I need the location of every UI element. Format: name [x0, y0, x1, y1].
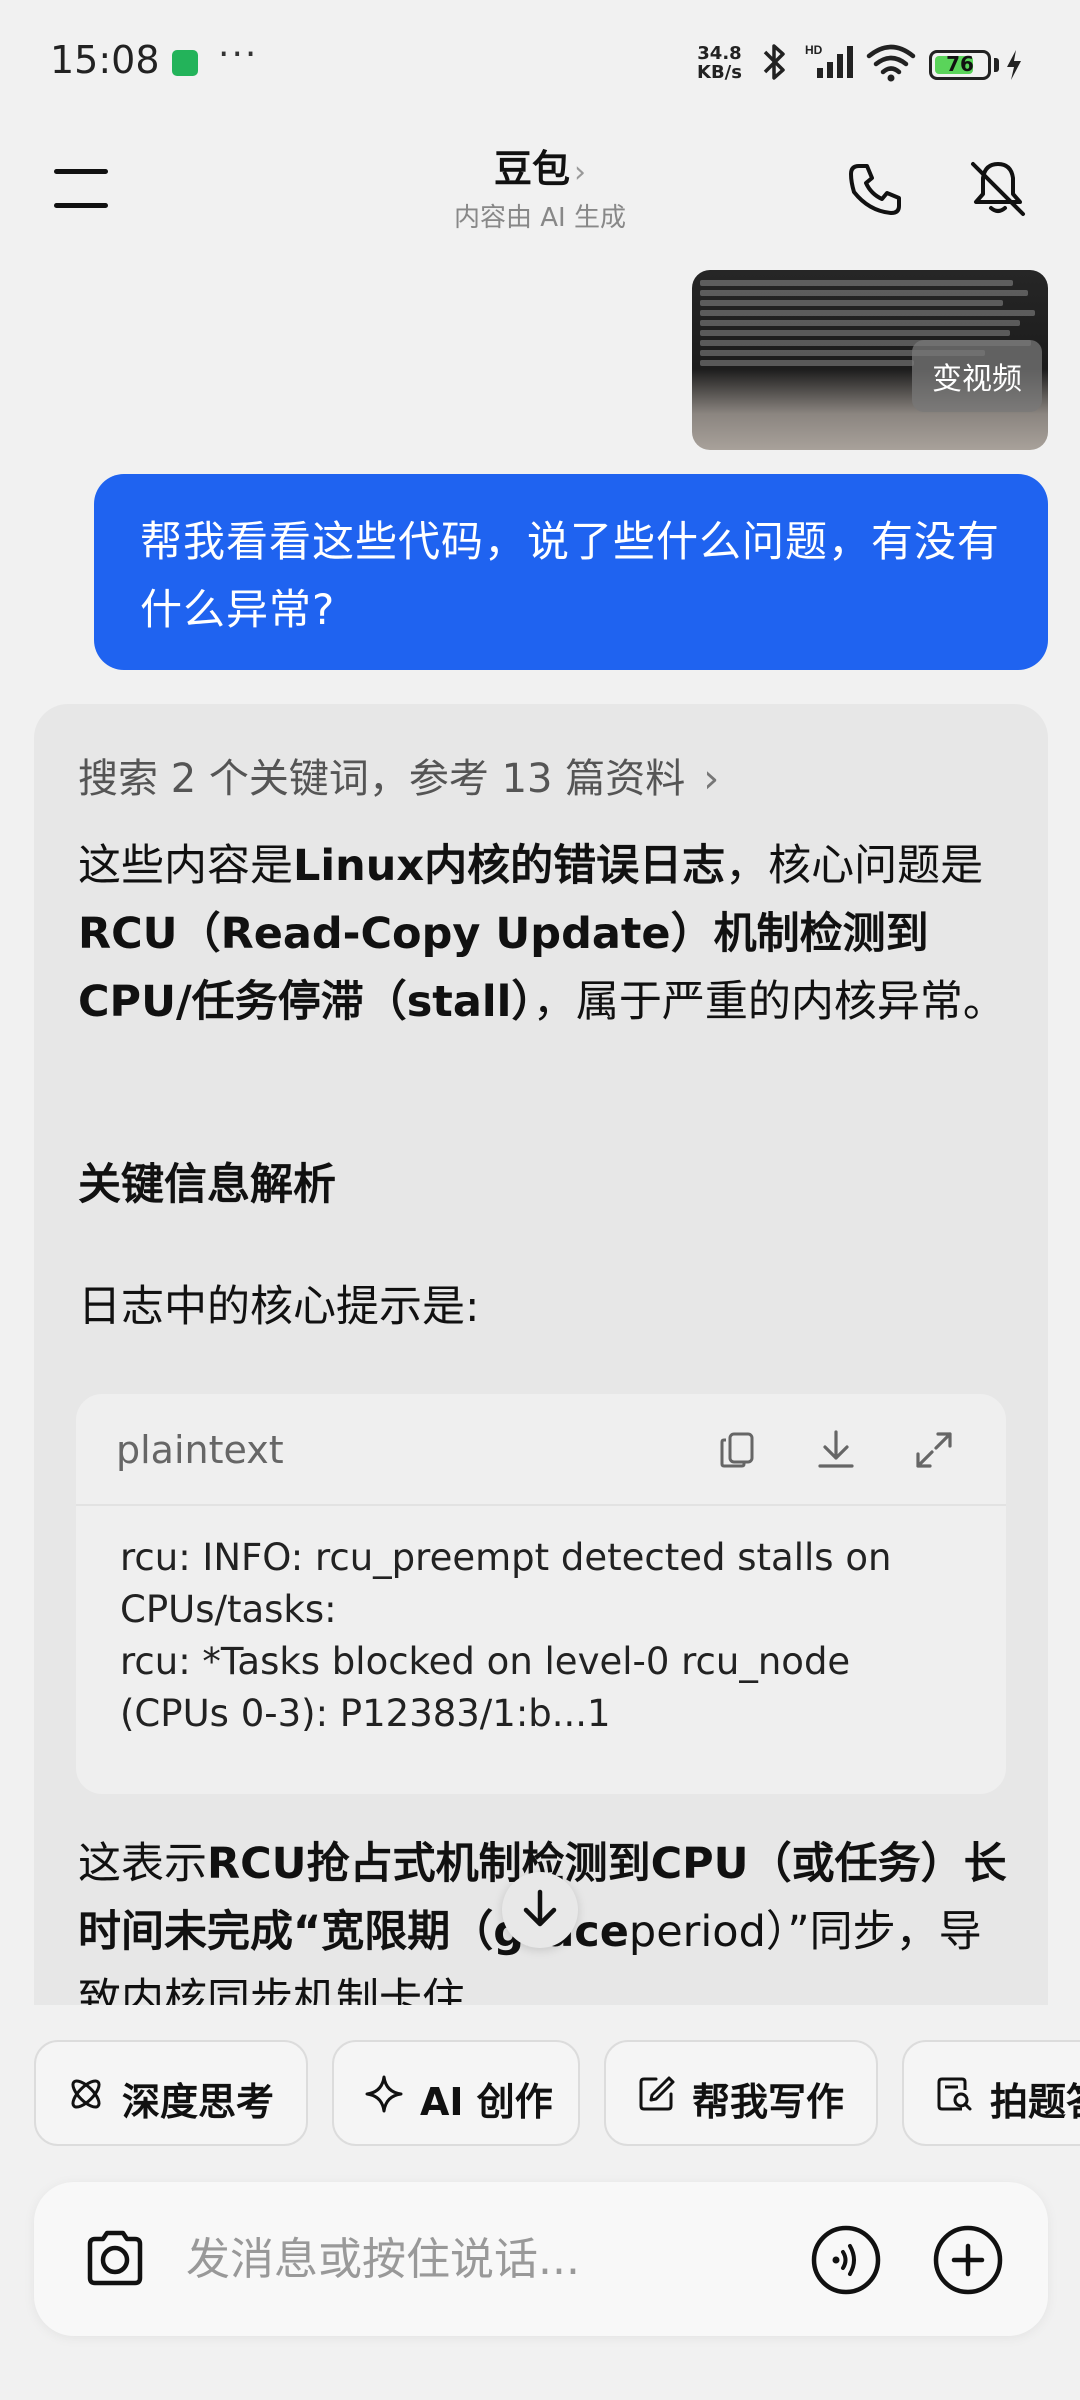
chevron-right-icon: › [703, 756, 720, 802]
copy-icon[interactable] [716, 1428, 760, 1472]
scroll-to-bottom-button[interactable] [502, 1872, 578, 1948]
code-line: rcu: *Tasks blocked on level-0 rcu_node [120, 1640, 851, 1683]
answer-paragraph: 这些内容是Linux内核的错误日志，核心问题是RCU（Read-Copy Upd… [78, 832, 1008, 1036]
mute-speaker-button[interactable] [965, 156, 1031, 222]
code-line: rcu: INFO: rcu_preempt detected stalls o… [120, 1536, 892, 1579]
signal-icon: HD [805, 43, 853, 78]
expand-icon[interactable] [912, 1428, 956, 1472]
answer-text: ，核心问题是 [725, 841, 984, 891]
message-input[interactable] [186, 2224, 786, 2294]
bluetooth-icon [763, 44, 785, 80]
network-speed-value: 34.8 [697, 43, 742, 64]
answer-bold-text: Linux内核的错误日志 [293, 841, 726, 891]
answer-intro: 日志中的核心提示是: [78, 1282, 480, 1332]
scan-question-icon [937, 2077, 972, 2111]
menu-button[interactable] [50, 165, 112, 211]
camera-button[interactable] [80, 2224, 150, 2294]
convert-to-video-button[interactable]: 变视频 [912, 340, 1042, 412]
answer-text: ，属于严重的内核异常。 [532, 977, 1006, 1027]
voice-call-button[interactable] [810, 2224, 882, 2296]
user-message-bubble[interactable]: 帮我看看这些代码，说了些什么问题，有没有什么异常? [94, 474, 1048, 670]
chat-title-text: 豆包 [493, 147, 570, 191]
menu-line [54, 169, 108, 174]
quick-action-bar[interactable]: 深度思考 AI 创作 帮我写作 拍题答疑 [0, 2040, 1080, 2150]
wifi-icon [866, 44, 916, 82]
section-heading: 关键信息解析 [78, 1160, 336, 1210]
more-notifications-icon: ··· [218, 34, 259, 75]
arrow-down-icon [523, 1889, 557, 1927]
ai-disclaimer: 内容由 AI 生成 [454, 203, 626, 233]
quick-action-photo-question[interactable]: 拍题答疑 [902, 2040, 1080, 2146]
network-speed-unit: KB/s [697, 62, 742, 83]
sparkle-icon [365, 2075, 403, 2113]
attached-image-thumbnail[interactable]: 变视频 [692, 270, 1048, 450]
battery-tip [994, 58, 999, 72]
quick-action-label: 拍题答疑 [990, 2080, 1080, 2124]
code-block-header: plaintext [76, 1394, 1006, 1506]
code-block: plaintext rcu: INFO: rcu_preempt detecte… [76, 1394, 1006, 1794]
edit-icon [639, 2076, 675, 2111]
quick-action-write[interactable]: 帮我写作 [604, 2040, 878, 2146]
quick-action-label: 深度思考 [122, 2080, 275, 2124]
status-bar: 15:08 ··· 34.8 KB/s HD 76 [0, 0, 1080, 120]
search-references-link[interactable]: 搜索 2 个关键词，参考 13 篇资料 › [78, 746, 719, 804]
menu-line [54, 203, 108, 208]
quick-action-deep-think[interactable]: 深度思考 [34, 2040, 308, 2146]
phone-call-button[interactable] [845, 160, 905, 220]
quick-action-ai-create[interactable]: AI 创作 [332, 2040, 580, 2146]
svg-text:HD: HD [805, 43, 823, 57]
message-input-bar[interactable] [34, 2182, 1048, 2336]
battery-level: 76 [946, 52, 974, 76]
atom-icon [71, 2079, 101, 2109]
download-icon[interactable] [814, 1428, 858, 1472]
quick-action-label: AI 创作 [420, 2080, 553, 2124]
code-line: (CPUs 0-3): P12383/1:b...1 [120, 1692, 611, 1735]
chevron-right-icon: › [574, 155, 586, 190]
ai-answer-card: 搜索 2 个关键词，参考 13 篇资料 › 这些内容是Linux内核的错误日志，核… [34, 704, 1048, 2005]
plus-button[interactable] [932, 2224, 1004, 2296]
answer-text: 这些内容是 [78, 841, 293, 891]
charging-icon [1007, 50, 1021, 80]
app-notification-icon [172, 50, 198, 76]
chat-title[interactable]: 豆包 › 内容由 AI 生成 [340, 138, 740, 234]
search-summary-text: 搜索 2 个关键词，参考 13 篇资料 [78, 756, 686, 802]
quick-action-label: 帮我写作 [692, 2080, 845, 2124]
code-language-label: plaintext [116, 1428, 284, 1472]
network-speed: 34.8 KB/s [697, 44, 742, 82]
code-content[interactable]: rcu: INFO: rcu_preempt detected stalls o… [120, 1532, 980, 1740]
chat-area[interactable]: 变视频 帮我看看这些代码，说了些什么问题，有没有什么异常? 搜索 2 个关键词，… [0, 260, 1080, 2005]
code-line: CPUs/tasks: [120, 1588, 337, 1631]
battery-indicator: 76 [929, 50, 991, 80]
status-time: 15:08 [50, 38, 160, 82]
answer-text: 这表示 [78, 1839, 207, 1889]
